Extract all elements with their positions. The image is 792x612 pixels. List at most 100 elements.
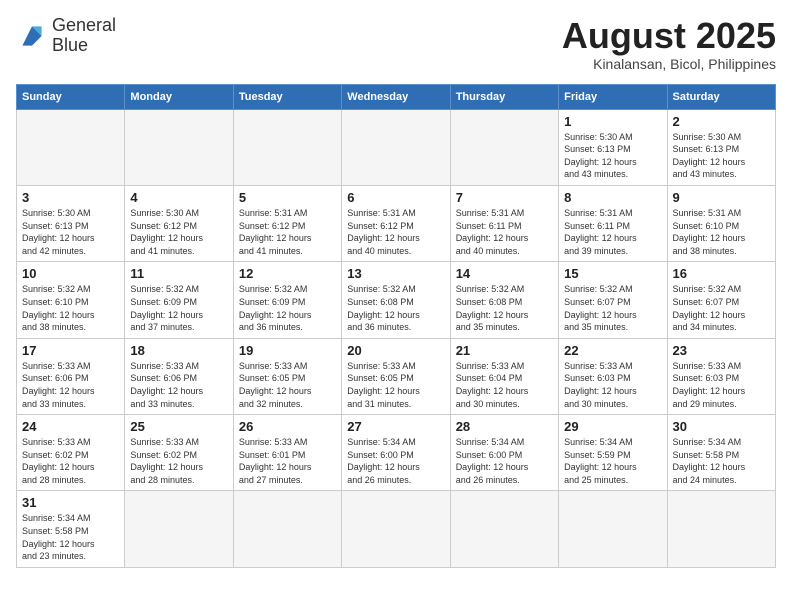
calendar-cell: 17Sunrise: 5:33 AM Sunset: 6:06 PM Dayli…: [17, 338, 125, 414]
weekday-header-friday: Friday: [559, 84, 667, 109]
day-number: 16: [673, 266, 770, 281]
day-info: Sunrise: 5:34 AM Sunset: 5:58 PM Dayligh…: [22, 512, 119, 562]
day-info: Sunrise: 5:32 AM Sunset: 6:10 PM Dayligh…: [22, 283, 119, 333]
calendar-cell: [233, 109, 341, 185]
calendar-cell: 7Sunrise: 5:31 AM Sunset: 6:11 PM Daylig…: [450, 185, 558, 261]
calendar-cell: 14 Sunrise: 5:32 AM Sunset: 6:08 PM Dayli…: [450, 262, 558, 338]
calendar-cell: 24 Sunrise: 5:33 AM Sunset: 6:02 PM Dayli…: [17, 415, 125, 491]
week-row-1: 1Sunrise: 5:30 AM Sunset: 6:13 PM Daylig…: [17, 109, 776, 185]
week-row-5: 24 Sunrise: 5:33 AM Sunset: 6:02 PM Dayli…: [17, 415, 776, 491]
weekday-header-saturday: Saturday: [667, 84, 775, 109]
calendar-cell: 21Sunrise: 5:33 AM Sunset: 6:04 PM Dayli…: [450, 338, 558, 414]
week-row-2: 3Sunrise: 5:30 AM Sunset: 6:13 PM Daylig…: [17, 185, 776, 261]
calendar-cell: 1Sunrise: 5:30 AM Sunset: 6:13 PM Daylig…: [559, 109, 667, 185]
calendar-cell: 22 Sunrise: 5:33 AM Sunset: 6:03 PM Dayli…: [559, 338, 667, 414]
day-info: Sunrise: 5:30 AM Sunset: 6:13 PM Dayligh…: [564, 131, 661, 181]
calendar-cell: 5 Sunrise: 5:31 AM Sunset: 6:12 PM Daylig…: [233, 185, 341, 261]
calendar-cell: 8Sunrise: 5:31 AM Sunset: 6:11 PM Daylig…: [559, 185, 667, 261]
week-row-3: 10 Sunrise: 5:32 AM Sunset: 6:10 PM Dayli…: [17, 262, 776, 338]
page-header: General Blue August 2025 Kinalansan, Bic…: [16, 16, 776, 72]
day-info: Sunrise: 5:32 AM Sunset: 6:07 PM Dayligh…: [673, 283, 770, 333]
calendar-cell: 20Sunrise: 5:33 AM Sunset: 6:05 PM Dayli…: [342, 338, 450, 414]
day-info: Sunrise: 5:31 AM Sunset: 6:12 PM Dayligh…: [239, 207, 336, 257]
day-info: Sunrise: 5:30 AM Sunset: 6:13 PM Dayligh…: [22, 207, 119, 257]
day-info: Sunrise: 5:32 AM Sunset: 6:09 PM Dayligh…: [239, 283, 336, 333]
calendar-cell: 25Sunrise: 5:33 AM Sunset: 6:02 PM Dayli…: [125, 415, 233, 491]
day-number: 4: [130, 190, 227, 205]
day-info: Sunrise: 5:34 AM Sunset: 5:58 PM Dayligh…: [673, 436, 770, 486]
day-number: 14: [456, 266, 553, 281]
day-info: Sunrise: 5:33 AM Sunset: 6:02 PM Dayligh…: [22, 436, 119, 486]
day-number: 29: [564, 419, 661, 434]
day-info: Sunrise: 5:33 AM Sunset: 6:02 PM Dayligh…: [130, 436, 227, 486]
week-row-4: 17Sunrise: 5:33 AM Sunset: 6:06 PM Dayli…: [17, 338, 776, 414]
day-number: 26: [239, 419, 336, 434]
day-number: 5: [239, 190, 336, 205]
day-number: 11: [130, 266, 227, 281]
calendar-cell: 19Sunrise: 5:33 AM Sunset: 6:05 PM Dayli…: [233, 338, 341, 414]
day-info: Sunrise: 5:31 AM Sunset: 6:12 PM Dayligh…: [347, 207, 444, 257]
day-number: 18: [130, 343, 227, 358]
calendar-cell: 9Sunrise: 5:31 AM Sunset: 6:10 PM Daylig…: [667, 185, 775, 261]
calendar-cell: 31 Sunrise: 5:34 AM Sunset: 5:58 PM Dayli…: [17, 491, 125, 567]
calendar-table: SundayMondayTuesdayWednesdayThursdayFrid…: [16, 84, 776, 568]
calendar-cell: 16 Sunrise: 5:32 AM Sunset: 6:07 PM Dayli…: [667, 262, 775, 338]
weekday-header-row: SundayMondayTuesdayWednesdayThursdayFrid…: [17, 84, 776, 109]
day-info: Sunrise: 5:34 AM Sunset: 6:00 PM Dayligh…: [347, 436, 444, 486]
calendar-cell: 18 Sunrise: 5:33 AM Sunset: 6:06 PM Dayli…: [125, 338, 233, 414]
weekday-header-monday: Monday: [125, 84, 233, 109]
calendar-cell: 26Sunrise: 5:33 AM Sunset: 6:01 PM Dayli…: [233, 415, 341, 491]
calendar-cell: [125, 491, 233, 567]
day-number: 13: [347, 266, 444, 281]
day-number: 9: [673, 190, 770, 205]
weekday-header-tuesday: Tuesday: [233, 84, 341, 109]
calendar-cell: [342, 109, 450, 185]
day-info: Sunrise: 5:33 AM Sunset: 6:03 PM Dayligh…: [673, 360, 770, 410]
day-number: 10: [22, 266, 119, 281]
day-number: 28: [456, 419, 553, 434]
day-info: Sunrise: 5:34 AM Sunset: 5:59 PM Dayligh…: [564, 436, 661, 486]
day-number: 12: [239, 266, 336, 281]
day-number: 22: [564, 343, 661, 358]
day-number: 24: [22, 419, 119, 434]
logo-text: General Blue: [52, 16, 116, 56]
day-number: 31: [22, 495, 119, 510]
calendar-cell: 15 Sunrise: 5:32 AM Sunset: 6:07 PM Dayli…: [559, 262, 667, 338]
calendar-cell: [342, 491, 450, 567]
calendar-cell: [667, 491, 775, 567]
weekday-header-thursday: Thursday: [450, 84, 558, 109]
calendar-cell: [17, 109, 125, 185]
day-number: 19: [239, 343, 336, 358]
calendar-cell: 11Sunrise: 5:32 AM Sunset: 6:09 PM Dayli…: [125, 262, 233, 338]
calendar-cell: 2Sunrise: 5:30 AM Sunset: 6:13 PM Daylig…: [667, 109, 775, 185]
day-number: 7: [456, 190, 553, 205]
weekday-header-wednesday: Wednesday: [342, 84, 450, 109]
day-info: Sunrise: 5:31 AM Sunset: 6:11 PM Dayligh…: [564, 207, 661, 257]
day-info: Sunrise: 5:33 AM Sunset: 6:03 PM Dayligh…: [564, 360, 661, 410]
day-number: 27: [347, 419, 444, 434]
calendar-cell: 28Sunrise: 5:34 AM Sunset: 6:00 PM Dayli…: [450, 415, 558, 491]
calendar-cell: 30Sunrise: 5:34 AM Sunset: 5:58 PM Dayli…: [667, 415, 775, 491]
day-info: Sunrise: 5:33 AM Sunset: 6:06 PM Dayligh…: [22, 360, 119, 410]
day-info: Sunrise: 5:32 AM Sunset: 6:08 PM Dayligh…: [456, 283, 553, 333]
calendar-cell: 6 Sunrise: 5:31 AM Sunset: 6:12 PM Daylig…: [342, 185, 450, 261]
calendar-cell: 12 Sunrise: 5:32 AM Sunset: 6:09 PM Dayli…: [233, 262, 341, 338]
day-number: 15: [564, 266, 661, 281]
calendar-cell: [233, 491, 341, 567]
calendar-title-section: August 2025 Kinalansan, Bicol, Philippin…: [562, 16, 776, 72]
logo: General Blue: [16, 16, 116, 56]
day-info: Sunrise: 5:32 AM Sunset: 6:08 PM Dayligh…: [347, 283, 444, 333]
calendar-cell: 3Sunrise: 5:30 AM Sunset: 6:13 PM Daylig…: [17, 185, 125, 261]
calendar-cell: 10 Sunrise: 5:32 AM Sunset: 6:10 PM Dayli…: [17, 262, 125, 338]
day-number: 23: [673, 343, 770, 358]
calendar-cell: [450, 109, 558, 185]
day-info: Sunrise: 5:30 AM Sunset: 6:13 PM Dayligh…: [673, 131, 770, 181]
day-info: Sunrise: 5:32 AM Sunset: 6:07 PM Dayligh…: [564, 283, 661, 333]
day-number: 6: [347, 190, 444, 205]
day-info: Sunrise: 5:33 AM Sunset: 6:05 PM Dayligh…: [347, 360, 444, 410]
calendar-month-year: August 2025: [562, 16, 776, 56]
calendar-cell: 27 Sunrise: 5:34 AM Sunset: 6:00 PM Dayli…: [342, 415, 450, 491]
calendar-location: Kinalansan, Bicol, Philippines: [562, 56, 776, 72]
day-info: Sunrise: 5:33 AM Sunset: 6:06 PM Dayligh…: [130, 360, 227, 410]
week-row-6: 31 Sunrise: 5:34 AM Sunset: 5:58 PM Dayli…: [17, 491, 776, 567]
